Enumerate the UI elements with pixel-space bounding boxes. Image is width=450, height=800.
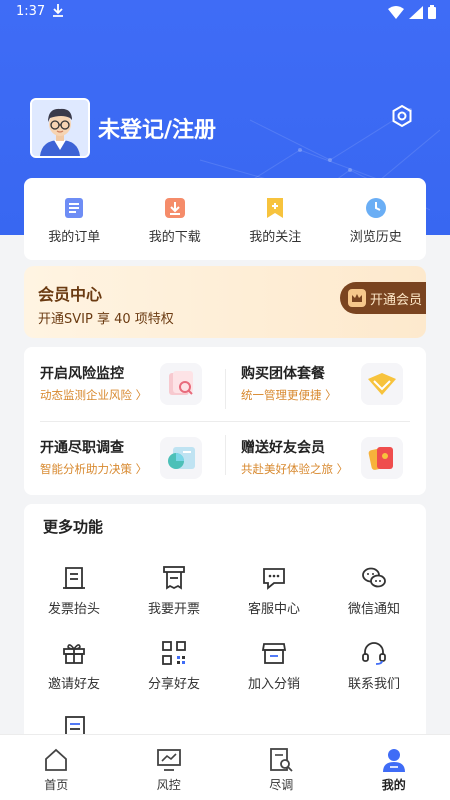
gift-icon: [63, 644, 85, 664]
signal-icon: [409, 5, 423, 19]
wifi-icon: [388, 5, 404, 19]
service-gift-membership[interactable]: 赠送好友会员 共赴美好体验之旅 〉: [225, 421, 415, 481]
monitor-icon: [156, 749, 181, 771]
quick-link-history[interactable]: 浏览历史: [326, 178, 427, 260]
download-status-icon: [52, 3, 64, 21]
more-functions-title: 更多功能: [43, 518, 104, 536]
report-search-icon: [270, 748, 293, 772]
more-functions-card: 更多功能 发票抬头 我要开票 客服中心 微信通知 邀请好友 分享好友 加入分销 …: [24, 504, 426, 744]
quick-link-label: 我的下载: [148, 230, 201, 245]
invoice-title-icon: [63, 567, 85, 589]
service-group-package[interactable]: 购买团体套餐 统一管理更便捷 〉: [225, 347, 415, 407]
fn-label: 客服中心: [247, 602, 300, 617]
tab-mine[interactable]: 我的: [338, 735, 450, 800]
profile-section[interactable]: 未登记/注册: [30, 98, 216, 158]
red-envelope-icon: [361, 437, 403, 479]
fn-invite-friends[interactable]: 邀请好友: [24, 639, 124, 692]
quick-link-label: 我的订单: [48, 230, 101, 245]
service-title: 开通尽职调查: [40, 440, 124, 456]
status-time: 1:37: [16, 4, 46, 19]
store-icon: [261, 643, 287, 664]
open-vip-button[interactable]: 开通会员: [340, 282, 426, 314]
invoice-icon: [163, 566, 185, 590]
tab-label: 风控: [156, 778, 181, 792]
qrcode-icon: [162, 641, 186, 665]
fn-label: 微信通知: [347, 602, 400, 617]
due-diligence-icon: [160, 437, 202, 479]
tab-home[interactable]: 首页: [0, 735, 113, 800]
service-subtitle: 动态监测企业风险 〉: [40, 388, 148, 402]
service-subtitle: 智能分析助力决策 〉: [40, 462, 148, 476]
battery-icon: [428, 5, 436, 19]
fn-join-distribution[interactable]: 加入分销: [224, 639, 324, 692]
vip-subtitle: 开通SVIP 享 40 项特权: [38, 312, 174, 327]
service-title: 赠送好友会员: [241, 440, 325, 456]
clock-icon: [365, 198, 386, 218]
avatar[interactable]: [30, 98, 90, 158]
risk-monitor-icon: [160, 363, 202, 405]
tab-risk-control[interactable]: 风控: [113, 735, 226, 800]
chat-icon: [263, 568, 285, 590]
fn-label: 加入分销: [247, 677, 300, 692]
fn-label: 邀请好友: [47, 677, 100, 692]
fn-label: 我要开票: [147, 602, 200, 617]
tab-label: 我的: [381, 778, 406, 792]
quick-link-downloads[interactable]: 我的下载: [125, 178, 226, 260]
quick-links-card: 我的订单 我的下载 我的关注 浏览历史: [24, 178, 426, 260]
login-register-link[interactable]: 未登记/注册: [98, 112, 216, 144]
bookmark-icon: [267, 198, 284, 218]
status-bar: 1:37: [0, 0, 450, 26]
fn-label: 发票抬头: [47, 602, 100, 617]
crown-icon: [348, 289, 366, 307]
quick-link-label: 浏览历史: [349, 230, 402, 245]
fn-wechat-notify[interactable]: 微信通知: [324, 564, 424, 617]
order-icon: [65, 198, 84, 218]
fn-contact-us[interactable]: 联系我们: [324, 639, 424, 692]
wechat-icon: [362, 567, 386, 588]
tab-label: 尽调: [269, 778, 294, 792]
fn-customer-service[interactable]: 客服中心: [224, 564, 324, 617]
service-title: 购买团体套餐: [241, 366, 325, 382]
fn-issue-invoice[interactable]: 我要开票: [124, 564, 224, 617]
service-subtitle: 统一管理更便捷 〉: [241, 388, 337, 402]
quick-link-label: 我的关注: [249, 230, 302, 245]
service-due-diligence[interactable]: 开通尽职调查 智能分析助力决策 〉: [24, 421, 214, 481]
quick-link-follows[interactable]: 我的关注: [225, 178, 326, 260]
group-package-icon: [361, 363, 403, 405]
tab-due-diligence[interactable]: 尽调: [225, 735, 338, 800]
vip-title: 会员中心: [38, 285, 103, 304]
vip-center-card[interactable]: 会员中心 开通SVIP 享 40 项特权 开通会员: [24, 266, 426, 338]
headset-icon: [362, 642, 386, 665]
service-risk-monitor[interactable]: 开启风险监控 动态监测企业风险 〉: [24, 347, 214, 407]
fn-label: 联系我们: [347, 677, 400, 692]
download-icon: [164, 198, 185, 218]
open-vip-label: 开通会员: [370, 292, 423, 308]
user-icon: [382, 749, 405, 772]
fn-invoice-title[interactable]: 发票抬头: [24, 564, 124, 617]
quick-link-orders[interactable]: 我的订单: [24, 178, 125, 260]
service-title: 开启风险监控: [40, 366, 124, 382]
settings-icon[interactable]: [390, 104, 414, 128]
fn-label: 分享好友: [147, 677, 200, 692]
service-subtitle: 共赴美好体验之旅 〉: [241, 462, 349, 476]
home-icon: [45, 748, 68, 771]
fn-share-friends[interactable]: 分享好友: [124, 639, 224, 692]
tab-label: 首页: [44, 778, 69, 792]
bottom-tab-bar: 首页 风控 尽调 我的: [0, 734, 450, 800]
services-card: 开启风险监控 动态监测企业风险 〉 购买团体套餐 统一管理更便捷 〉 开通尽职调…: [24, 347, 426, 495]
